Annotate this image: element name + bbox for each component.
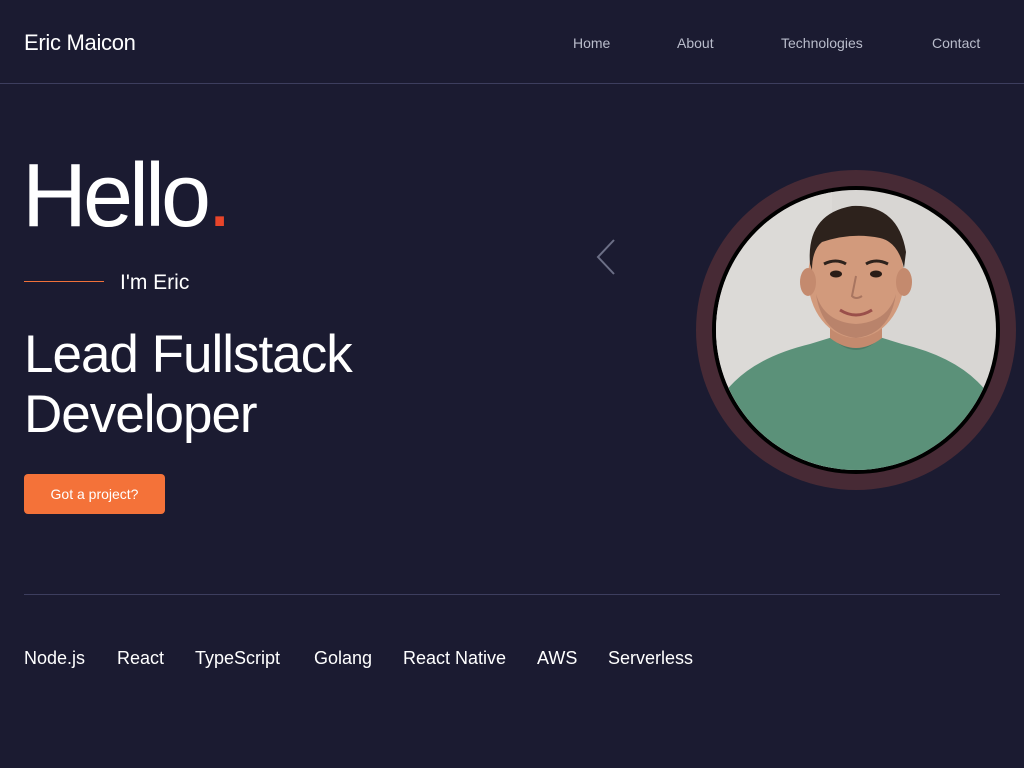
nav-about[interactable]: About	[677, 34, 714, 52]
nav-home[interactable]: Home	[573, 34, 610, 52]
greeting-text: Hello	[22, 146, 211, 246]
avatar	[712, 186, 1000, 474]
section-divider	[24, 594, 1000, 595]
intro-accent-line	[24, 281, 104, 282]
nav-technologies[interactable]: Technologies	[781, 34, 863, 52]
portrait-photo	[716, 190, 996, 470]
tech-react-native: React Native	[403, 648, 507, 668]
tech-nodejs: Node.js	[24, 648, 86, 668]
hero-greeting: Hello.	[22, 146, 232, 246]
tech-react: React	[117, 648, 165, 668]
chevron-left-icon[interactable]	[590, 236, 622, 278]
intro-text: I'm Eric	[120, 271, 190, 294]
brand-logo[interactable]: Eric Maicon	[24, 29, 136, 57]
site-header: Eric Maicon Home About Technologies Cont…	[0, 0, 1024, 84]
role-line-2: Developer	[24, 385, 258, 444]
role-title: Lead Fullstack Developer	[24, 325, 353, 445]
got-a-project-button[interactable]: Got a project?	[24, 474, 165, 514]
nav-contact[interactable]: Contact	[932, 34, 980, 52]
role-line-1: Lead Fullstack	[24, 325, 353, 384]
tech-golang: Golang	[314, 648, 373, 668]
greeting-dot: .	[207, 146, 232, 246]
tech-aws: AWS	[537, 648, 578, 668]
tech-serverless: Serverless	[608, 648, 694, 668]
tech-typescript: TypeScript	[195, 648, 281, 668]
